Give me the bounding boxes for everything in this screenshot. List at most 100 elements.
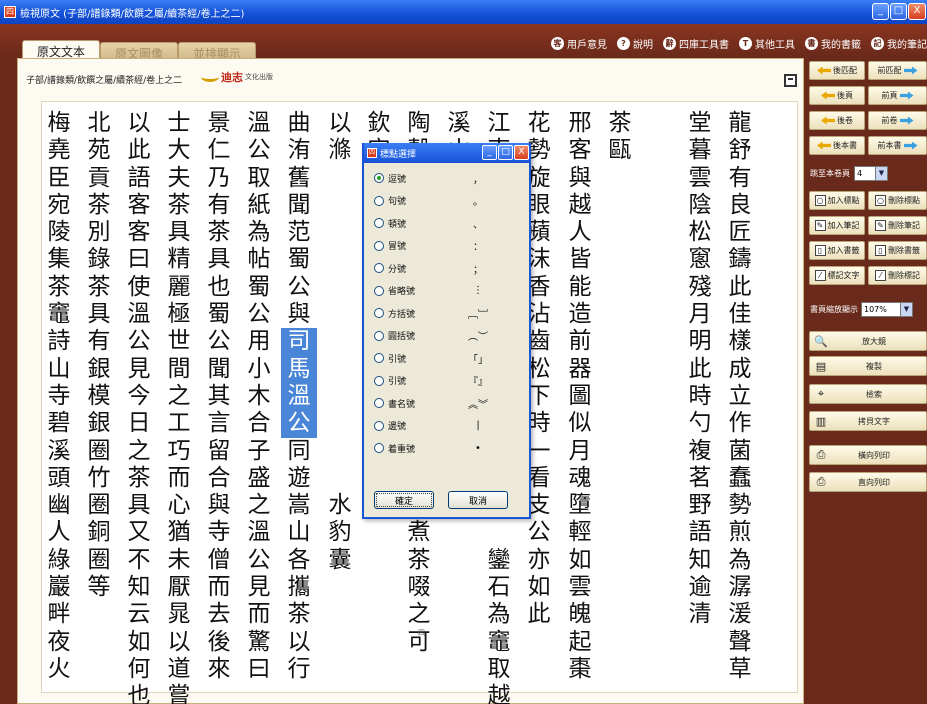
text-char[interactable]: 公 xyxy=(281,410,317,438)
text-char[interactable]: 器 xyxy=(562,356,598,383)
text-char[interactable]: 云 xyxy=(121,601,157,628)
text-char[interactable]: 乃 xyxy=(201,165,237,192)
text-char[interactable]: 客 xyxy=(121,192,157,219)
text-char[interactable]: 紙 xyxy=(241,192,277,219)
text-char[interactable]: 厭 xyxy=(161,574,197,601)
text-char[interactable]: 公 xyxy=(201,328,237,355)
text-char[interactable]: 溪 xyxy=(41,438,77,465)
text-char[interactable]: 欽 xyxy=(361,110,397,137)
radio-button[interactable] xyxy=(374,263,384,274)
delete-note-button[interactable]: ✎ 刪除筆記 xyxy=(868,216,927,235)
add-note-button[interactable]: ✎ 加入筆記 xyxy=(809,216,865,235)
text-char[interactable]: 如 xyxy=(121,629,157,656)
text-char[interactable]: 湲 xyxy=(722,601,758,628)
text-char[interactable]: 聲 xyxy=(722,629,758,656)
text-char[interactable]: 溫 xyxy=(121,301,157,328)
text-char[interactable]: 也 xyxy=(121,683,157,704)
add-punctuation-button[interactable]: ○ 加入標點 xyxy=(809,191,865,210)
copy-text-button[interactable]: ▥ 拷貝文字 xyxy=(809,411,927,431)
punctuation-option[interactable]: 邊號 | xyxy=(364,415,529,438)
text-char[interactable]: 士 xyxy=(161,110,197,137)
text-char[interactable] xyxy=(441,683,477,704)
text-char[interactable]: 驚 xyxy=(241,629,277,656)
text-char[interactable]: 等 xyxy=(81,574,117,601)
text-char[interactable]: 之 xyxy=(161,383,197,410)
text-char[interactable]: 各 xyxy=(281,547,317,574)
text-char[interactable] xyxy=(441,547,477,574)
mark-text-button[interactable]: ⁄ 標記文字 xyxy=(809,266,865,285)
text-char[interactable]: 知 xyxy=(121,574,157,601)
ok-button[interactable]: 確定 xyxy=(374,491,434,509)
text-char[interactable]: 仁 xyxy=(201,137,237,164)
text-char[interactable]: 銅 xyxy=(81,519,117,546)
text-char[interactable]: 取 xyxy=(481,656,517,683)
text-char[interactable]: 舒 xyxy=(722,137,758,164)
text-char[interactable]: 山 xyxy=(41,356,77,383)
text-char[interactable] xyxy=(322,165,358,192)
text-char[interactable]: 堯 xyxy=(41,137,77,164)
text-char[interactable]: 龍 xyxy=(722,110,758,137)
text-char[interactable]: 月 xyxy=(562,438,598,465)
text-char[interactable]: 起 xyxy=(562,629,598,656)
text-char[interactable]: 此 xyxy=(682,356,718,383)
text-char[interactable]: 時 xyxy=(682,383,718,410)
text-char[interactable]: 又 xyxy=(121,519,157,546)
text-char[interactable]: 不 xyxy=(121,547,157,574)
text-char[interactable]: 聞 xyxy=(201,356,237,383)
text-char[interactable]: 集 xyxy=(41,246,77,273)
text-char[interactable]: 何 xyxy=(121,656,157,683)
dialog-title-bar[interactable]: 四 標點選擇 _ □ X xyxy=(364,143,529,163)
text-char[interactable]: 煮 xyxy=(401,519,437,546)
text-char[interactable]: 洧 xyxy=(281,137,317,164)
text-char[interactable]: 心 xyxy=(161,492,197,519)
text-char[interactable]: 極 xyxy=(161,301,197,328)
text-char[interactable]: 茶 xyxy=(81,192,117,219)
text-char[interactable]: 也 xyxy=(201,274,237,301)
text-char[interactable]: 詩 xyxy=(41,328,77,355)
text-char[interactable]: 囊 xyxy=(322,547,358,574)
text-char[interactable]: 茶 xyxy=(401,547,437,574)
text-char[interactable]: 幽 xyxy=(41,492,77,519)
text-char[interactable]: 以 xyxy=(121,110,157,137)
text-char[interactable]: 日 xyxy=(121,410,157,437)
next-match-button[interactable]: 前匹配 xyxy=(868,61,927,80)
text-char[interactable]: 有 xyxy=(81,328,117,355)
text-char[interactable]: 似 xyxy=(562,410,598,437)
prev-match-button[interactable]: 後匹配 xyxy=(809,61,865,80)
text-char[interactable]: 之 xyxy=(401,601,437,628)
punctuation-option[interactable]: 省略號 ⋮ xyxy=(364,280,529,303)
text-char[interactable]: 僧 xyxy=(201,547,237,574)
punctuation-option[interactable]: 着重號 • xyxy=(364,437,529,460)
text-char[interactable]: 客 xyxy=(562,137,598,164)
text-char[interactable]: 客 xyxy=(121,219,157,246)
text-char[interactable] xyxy=(322,192,358,219)
text-char[interactable]: 此 xyxy=(722,274,758,301)
text-char[interactable]: 使 xyxy=(121,274,157,301)
text-char[interactable]: 猶 xyxy=(161,519,197,546)
text-char[interactable]: 同 xyxy=(281,438,317,465)
text-char[interactable] xyxy=(322,465,358,492)
text-char[interactable]: 公 xyxy=(241,301,277,328)
text-char[interactable]: 圈 xyxy=(81,547,117,574)
prev-book-button[interactable]: 後本書 xyxy=(809,136,865,155)
radio-button[interactable] xyxy=(374,195,384,206)
copy-button[interactable]: ▤ 複製 xyxy=(809,356,927,376)
text-char[interactable]: 能 xyxy=(562,274,598,301)
text-char[interactable]: 溪 xyxy=(441,110,477,137)
radio-button[interactable] xyxy=(374,398,384,409)
text-char[interactable]: 而 xyxy=(201,574,237,601)
text-char[interactable]: 而 xyxy=(161,465,197,492)
text-char[interactable] xyxy=(322,410,358,437)
text-char[interactable]: 苑 xyxy=(81,137,117,164)
text-char[interactable]: 茶 xyxy=(121,465,157,492)
text-char[interactable]: 江 xyxy=(481,110,517,137)
text-char[interactable]: 其 xyxy=(201,383,237,410)
text-char[interactable]: 景 xyxy=(201,110,237,137)
text-char[interactable]: 茶 xyxy=(161,192,197,219)
text-char[interactable]: 豹 xyxy=(322,519,358,546)
text-char[interactable]: 堂 xyxy=(682,110,718,137)
text-char[interactable]: 帖 xyxy=(241,246,277,273)
prev-page-button[interactable]: 後頁 xyxy=(809,86,865,105)
radio-button[interactable] xyxy=(374,173,384,184)
dialog-close-button[interactable]: X xyxy=(514,145,529,160)
